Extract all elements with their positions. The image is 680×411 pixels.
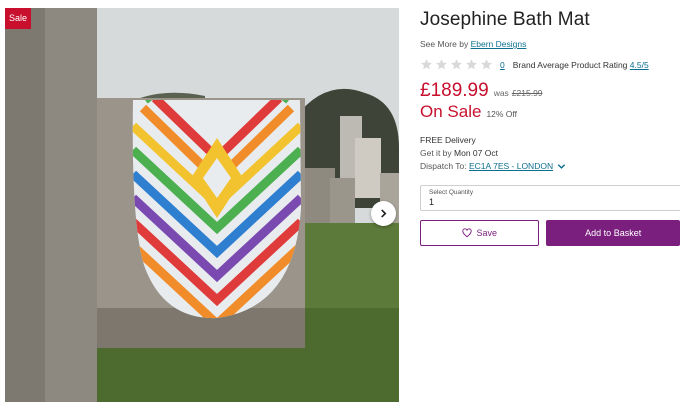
product-details: Josephine Bath Mat See More by Ebern Des… bbox=[420, 8, 680, 246]
star-icon bbox=[451, 59, 462, 70]
on-sale-label: On Sale bbox=[420, 102, 482, 121]
chevron-down-icon[interactable] bbox=[557, 162, 566, 171]
was-label: was bbox=[493, 88, 509, 98]
sale-badge: Sale bbox=[5, 8, 31, 29]
quantity-select[interactable]: Select Quantity 1 bbox=[420, 185, 680, 211]
review-count-link[interactable]: 0 bbox=[500, 60, 505, 70]
dispatch-location-link[interactable]: EC1A 7ES - LONDON bbox=[469, 160, 553, 173]
rating-row: 0 Brand Average Product Rating 4.5/5 bbox=[420, 58, 680, 71]
star-icon bbox=[421, 59, 432, 70]
quantity-label: Select Quantity bbox=[429, 189, 474, 196]
price-row: £189.99 was £215.99 bbox=[420, 80, 680, 102]
product-image-gallery[interactable]: Sale bbox=[5, 8, 399, 402]
save-label: Save bbox=[476, 228, 497, 238]
star-icon bbox=[481, 59, 492, 70]
delivery-info: FREE Delivery Get it by Mon 07 Oct Dispa… bbox=[420, 134, 680, 173]
see-more-prefix: See More by bbox=[420, 39, 469, 49]
dispatch-line: Dispatch To: EC1A 7ES - LONDON bbox=[420, 160, 680, 173]
delivery-date-line: Get it by Mon 07 Oct bbox=[420, 147, 680, 160]
product-title: Josephine Bath Mat bbox=[420, 9, 590, 30]
rating-stars[interactable] bbox=[420, 58, 493, 71]
brand-line: See More by Ebern Designs bbox=[420, 39, 680, 49]
delivery-date: Mon 07 Oct bbox=[454, 148, 498, 158]
free-delivery: FREE Delivery bbox=[420, 135, 476, 145]
onsale-row: On Sale 12% Off bbox=[420, 102, 680, 122]
save-button[interactable]: Save bbox=[420, 220, 540, 246]
product-photo bbox=[5, 8, 399, 402]
get-it-prefix: Get it by bbox=[420, 148, 452, 158]
rating-value-link[interactable]: 4.5/5 bbox=[630, 60, 649, 70]
rating-label: Brand Average Product Rating bbox=[512, 59, 628, 70]
dispatch-prefix: Dispatch To: bbox=[420, 161, 467, 171]
action-buttons: Save Add to Basket bbox=[420, 220, 680, 246]
star-icon bbox=[466, 59, 477, 70]
star-icon bbox=[436, 59, 447, 70]
next-image-button[interactable] bbox=[371, 201, 396, 226]
current-price: £189.99 bbox=[420, 80, 489, 101]
quantity-value: 1 bbox=[429, 197, 435, 207]
heart-icon bbox=[462, 228, 473, 238]
brand-link[interactable]: Ebern Designs bbox=[471, 39, 527, 49]
was-price: £215.99 bbox=[511, 88, 543, 98]
add-to-basket-button[interactable]: Add to Basket bbox=[546, 220, 680, 246]
chevron-right-icon bbox=[381, 209, 387, 218]
percent-off: 12% Off bbox=[486, 109, 517, 119]
